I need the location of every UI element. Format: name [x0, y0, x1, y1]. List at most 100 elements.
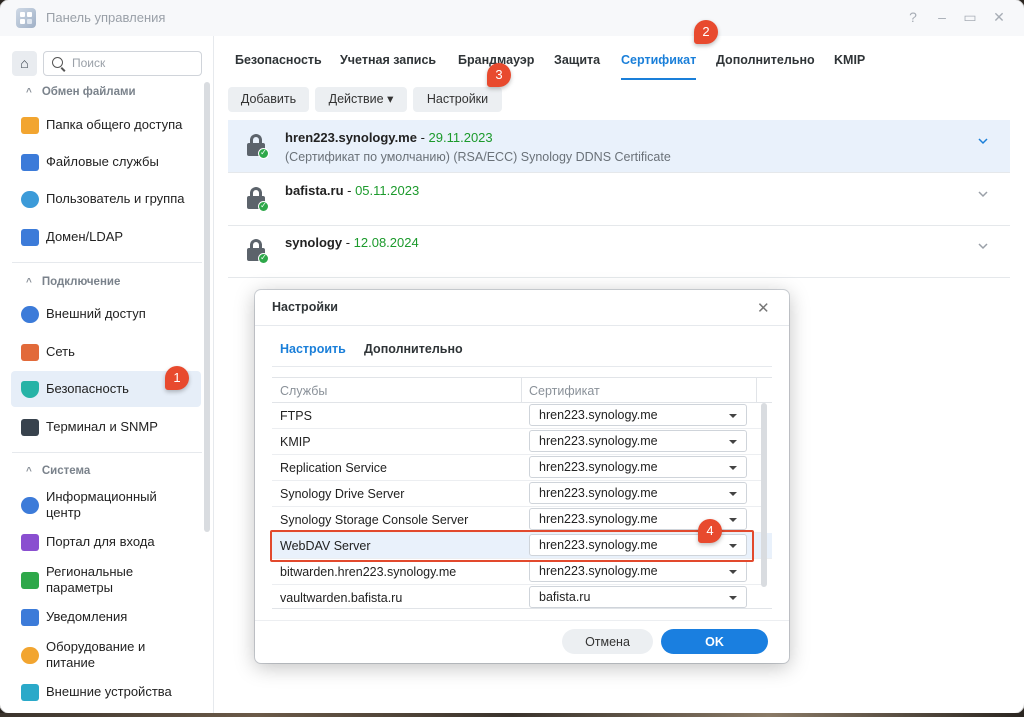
desktop-background [0, 713, 1024, 717]
lock-icon: ✓ [247, 239, 269, 264]
sidebar-item-external-access[interactable]: Внешний доступ [11, 296, 201, 332]
certificate-row[interactable]: ✓ hren223.synology.me - 29.11.2023 (Серт… [228, 120, 1010, 173]
search-box[interactable] [43, 51, 202, 76]
dialog-tab-configure[interactable]: Настроить [280, 342, 346, 356]
control-panel-window: Панель управления ? – ▭ ✕ ⌂ ^Обмен файла… [0, 0, 1024, 713]
tab-advanced[interactable]: Дополнительно [716, 53, 815, 67]
certificate-select[interactable]: hren223.synology.me [529, 404, 747, 426]
table-row[interactable]: FTPS hren223.synology.me [272, 403, 762, 429]
close-window-icon[interactable]: ✕ [990, 9, 1008, 26]
sidebar-divider [12, 452, 202, 453]
table-row[interactable]: bitwarden.hren223.synology.me hren223.sy… [272, 559, 762, 585]
sidebar-item-domain-ldap[interactable]: Домен/LDAP [11, 219, 201, 255]
section-connectivity[interactable]: ^ Подключение [26, 276, 120, 288]
step-badge: 1 [165, 366, 189, 390]
folder-icon [21, 117, 39, 134]
sidebar-scrollbar[interactable] [204, 82, 210, 532]
portal-icon [21, 534, 39, 551]
certificate-description: (Сертификат по умолчанию) (RSA/ECC) Syno… [285, 150, 671, 164]
check-icon: ✓ [258, 148, 269, 159]
control-panel-app-icon [16, 8, 36, 28]
certificate-select[interactable]: hren223.synology.me [529, 482, 747, 504]
sidebar-item-external-devices[interactable]: Внешние устройства [11, 674, 201, 710]
sidebar-item-login-portal[interactable]: Портал для входа [11, 524, 201, 560]
certificate-name: synology - 12.08.2024 [285, 235, 419, 250]
check-icon: ✓ [258, 201, 269, 212]
table-row[interactable]: Synology Drive Server hren223.synology.m… [272, 481, 762, 507]
dropdown-arrow-icon [729, 570, 737, 574]
minimize-icon[interactable]: – [933, 9, 951, 25]
info-icon [21, 497, 39, 514]
external-access-icon [21, 306, 39, 323]
notifications-icon [21, 609, 39, 626]
ok-button[interactable]: OK [661, 629, 768, 654]
chevron-up-icon: ^ [26, 466, 32, 477]
regional-icon [21, 572, 39, 589]
section-system[interactable]: ^ Система [26, 465, 90, 477]
dialog-tab-advanced[interactable]: Дополнительно [364, 342, 463, 356]
certificate-select[interactable]: hren223.synology.me [529, 430, 747, 452]
file-services-icon [21, 154, 39, 171]
sidebar-item-network[interactable]: Сеть [11, 334, 201, 370]
dropdown-arrow-icon [729, 440, 737, 444]
sidebar-item-user-group[interactable]: Пользователь и группа [11, 181, 201, 217]
add-button[interactable]: Добавить [228, 87, 309, 112]
certificate-name: bafista.ru - 05.11.2023 [285, 183, 420, 198]
services-grid: Службы Сертификат FTPS hren223.synology.… [272, 377, 772, 609]
certificate-name: hren223.synology.me - 29.11.2023 [285, 130, 493, 145]
maximize-icon[interactable]: ▭ [961, 9, 979, 26]
dropdown-arrow-icon [729, 492, 737, 496]
sidebar-item-regional-options[interactable]: Региональные параметры [11, 562, 201, 598]
dropdown-arrow-icon [729, 414, 737, 418]
sidebar-item-terminal-snmp[interactable]: Терминал и SNMP [11, 409, 201, 445]
chevron-down-icon[interactable] [978, 136, 988, 146]
tab-protection[interactable]: Защита [554, 53, 600, 67]
certificate-select[interactable]: bafista.ru [529, 586, 747, 608]
certificate-row[interactable]: ✓ bafista.ru - 05.11.2023 [228, 173, 1010, 226]
dropdown-arrow-icon [729, 518, 737, 522]
certificate-select[interactable]: hren223.synology.me [529, 560, 747, 582]
chevron-down-icon[interactable] [978, 189, 988, 199]
home-icon[interactable]: ⌂ [12, 51, 37, 76]
sidebar-item-notifications[interactable]: Уведомления [11, 599, 201, 635]
dialog-tab-divider [272, 366, 772, 367]
column-services: Службы [280, 384, 328, 398]
close-icon[interactable]: ✕ [757, 299, 770, 317]
action-button[interactable]: Действие ▾ [315, 87, 407, 112]
certificate-select[interactable]: hren223.synology.me [529, 456, 747, 478]
tab-security[interactable]: Безопасность [235, 53, 322, 67]
grid-scrollbar[interactable] [761, 403, 767, 587]
network-icon [21, 344, 39, 361]
sidebar-item-file-services[interactable]: Файловые службы [11, 144, 201, 180]
chevron-down-icon[interactable] [978, 241, 988, 251]
step-badge: 4 [698, 519, 722, 543]
highlight-box [270, 530, 754, 562]
external-devices-icon [21, 684, 39, 701]
users-icon [21, 191, 39, 208]
active-tab-indicator [621, 78, 696, 80]
search-input[interactable] [72, 56, 192, 70]
table-row[interactable]: KMIP hren223.synology.me [272, 429, 762, 455]
table-row[interactable]: Replication Service hren223.synology.me [272, 455, 762, 481]
lock-icon: ✓ [247, 187, 269, 212]
section-file-sharing[interactable]: ^ Обмен файлами [26, 86, 136, 98]
sidebar-divider [12, 262, 202, 263]
settings-button[interactable]: Настройки [413, 87, 502, 112]
grid-header: Службы Сертификат [272, 378, 772, 403]
dialog-footer-divider [255, 620, 789, 621]
chevron-up-icon: ^ [26, 87, 32, 98]
lock-icon: ✓ [247, 134, 269, 159]
sidebar-item-hardware-power[interactable]: Оборудование и питание [11, 637, 201, 673]
sidebar-item-shared-folder[interactable]: Папка общего доступа [11, 107, 201, 143]
tab-account[interactable]: Учетная запись [340, 53, 436, 67]
tab-kmip[interactable]: KMIP [834, 53, 865, 67]
sidebar-item-info-center[interactable]: Информационный центр [11, 487, 201, 523]
help-icon[interactable]: ? [904, 9, 922, 25]
tab-certificate[interactable]: Сертификат [621, 53, 696, 67]
step-badge: 2 [694, 20, 718, 44]
certificate-row[interactable]: ✓ synology - 12.08.2024 [228, 225, 1010, 278]
settings-dialog: Настройки ✕ Настроить Дополнительно Служ… [255, 290, 789, 663]
search-icon [52, 57, 63, 68]
cancel-button[interactable]: Отмена [562, 629, 653, 654]
table-row[interactable]: vaultwarden.bafista.ru bafista.ru [272, 585, 762, 608]
